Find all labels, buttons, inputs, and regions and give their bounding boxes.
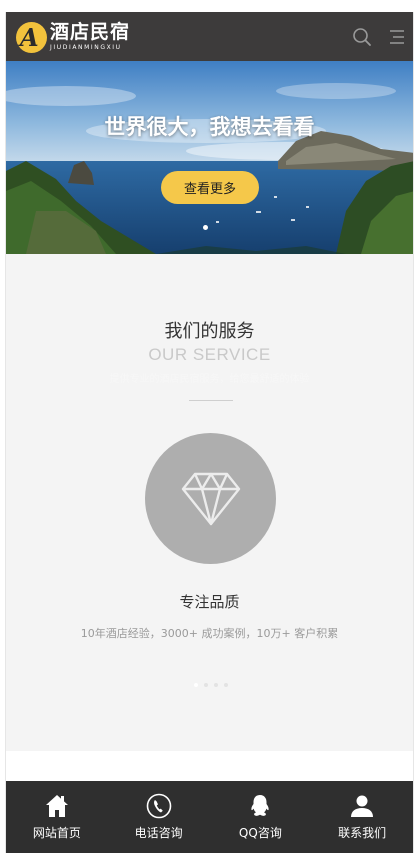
site-logo[interactable]: A 酒店民宿 JIUDIANMINGXIU [16,20,130,54]
hero-image [6,61,413,254]
logo-title: 酒店民宿 [50,21,131,43]
carousel-dot[interactable] [214,683,218,687]
hero-title: 世界很大，我想去看看 [104,115,315,139]
service-carousel-dots [194,683,228,687]
logo-subtitle: JIUDIANMINGXIU [50,44,122,51]
diamond-icon [181,472,241,526]
section-divider [189,400,233,401]
section-spacer [6,751,413,781]
carousel-dot[interactable] [224,683,228,687]
home-icon [45,795,68,817]
logo-letter: A [20,22,39,52]
nav-label-phone: 电话咨询 [134,826,183,840]
nav-label-qq: QQ咨询 [238,826,282,840]
nav-item-phone[interactable]: 电话咨询 [108,781,210,853]
carousel-indicator[interactable] [203,225,208,230]
nav-item-home[interactable]: 网站首页 [6,781,108,853]
carousel-dot[interactable] [204,683,208,687]
nav-label-contact: 联系我们 [338,826,387,840]
menu-icon[interactable] [386,26,408,48]
qq-icon [251,795,270,816]
logo-badge-icon: A [16,21,47,53]
carousel-dot[interactable] [194,683,198,687]
service-icon-circle[interactable] [145,433,276,564]
nav-item-qq[interactable]: QQ咨询 [210,781,312,853]
user-icon [351,795,374,817]
nav-label-home: 网站首页 [32,826,81,840]
hero-banner[interactable]: 世界很大，我想去看看 查看更多 [6,61,413,254]
logo-text: 酒店民宿 JIUDIANMINGXIU [50,22,130,52]
view-more-button[interactable]: 查看更多 [161,171,259,204]
page-frame: A 酒店民宿 JIUDIANMINGXIU 世界很大，我想去看看 查看更多 我们… [5,12,414,853]
bottom-navigation: 网站首页 电话咨询 QQ咨询 联系我们 [6,781,413,853]
nav-item-contact[interactable]: 联系我们 [311,781,413,853]
search-icon[interactable] [351,26,373,48]
section-description: 提供专业的酒店民宿服务，给您最舒适的体验 [109,374,310,385]
top-header: A 酒店民宿 JIUDIANMINGXIU [6,12,413,61]
phone-icon [146,793,171,819]
service-item-description: 10年酒店经验，3000+ 成功案例，10万+ 客户积累 [80,627,339,640]
section-title: 我们的服务 [164,321,255,342]
service-item-title: 专注品质 [179,593,240,611]
section-subtitle: OUR SERVICE [148,345,271,364]
